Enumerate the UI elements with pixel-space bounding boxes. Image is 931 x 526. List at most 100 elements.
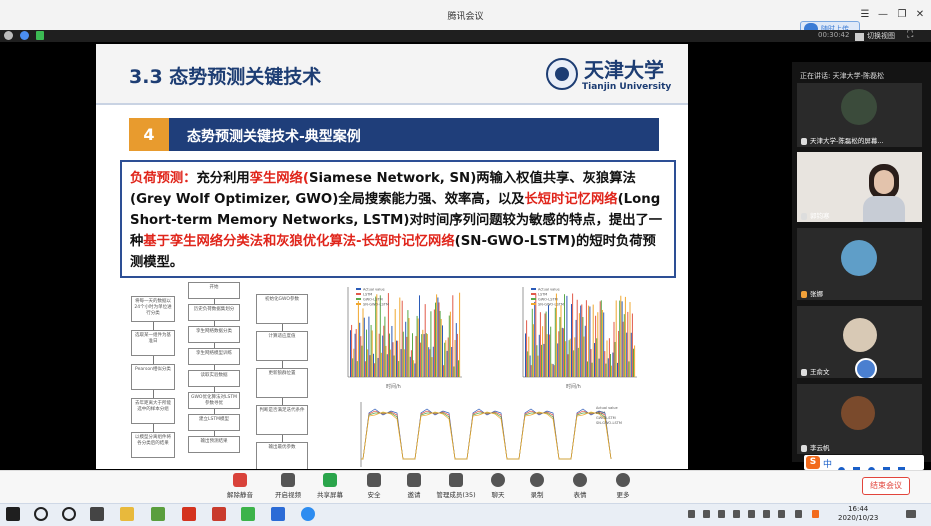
- bar: [551, 363, 553, 377]
- person-body: [863, 196, 905, 222]
- bar: [568, 340, 570, 377]
- clock[interactable]: 16:44 2020/10/23: [838, 505, 878, 523]
- signal-icon[interactable]: [36, 31, 44, 40]
- windows-taskbar: [0, 503, 931, 526]
- bar: [451, 346, 453, 377]
- flow-arrow: [282, 398, 283, 405]
- bar: [599, 301, 601, 377]
- minimize-icon[interactable]: —: [876, 8, 890, 22]
- participant-tile[interactable]: 李云帆: [797, 384, 922, 454]
- file-explorer-icon[interactable]: [120, 507, 134, 521]
- pin-icon[interactable]: ☰: [858, 8, 872, 22]
- bar: [626, 332, 628, 377]
- tray-icon[interactable]: [748, 510, 755, 518]
- toolbar-share-screen-button[interactable]: 共享屏幕: [310, 473, 350, 499]
- bar: [415, 336, 417, 377]
- participant-tile[interactable]: 王俞文: [797, 306, 922, 378]
- paragraph-segment: 基于孪生网络分类法和灰狼优化算法-长短时记忆网络: [143, 234, 455, 249]
- fullscreen-icon[interactable]: ⛶: [907, 30, 913, 40]
- flowchart-step: 更新狼群位置: [256, 368, 308, 398]
- volume-icon[interactable]: [763, 510, 770, 518]
- bar: [391, 325, 393, 377]
- bar: [573, 350, 575, 377]
- ime-tools[interactable]: [838, 459, 918, 493]
- camera-off-icon: [281, 473, 295, 487]
- bar: [576, 299, 578, 377]
- speaking-indicator: 正在讲话: 天津大学-陈磊松: [800, 72, 885, 80]
- tray-arrow-icon[interactable]: [688, 510, 695, 518]
- end-meeting-button[interactable]: 结束会议: [862, 477, 910, 495]
- switch-view-button[interactable]: 切换视图: [867, 31, 895, 41]
- mic-icon: [801, 368, 807, 376]
- participant-tile-video[interactable]: 郭钧寒: [797, 152, 922, 222]
- bar: [606, 340, 608, 377]
- flowchart-step: 输出预测结果: [188, 436, 240, 453]
- windows-start-icon[interactable]: [6, 507, 20, 521]
- tray-icon[interactable]: [703, 510, 710, 518]
- bar: [608, 338, 610, 377]
- sogou-ime-icon[interactable]: S: [806, 456, 820, 469]
- participant-tile[interactable]: 张娜: [797, 228, 922, 300]
- ime-icon[interactable]: [795, 510, 802, 518]
- security-icon[interactable]: [20, 31, 29, 40]
- legend-label: LSTM: [538, 293, 547, 297]
- flow-arrow: [153, 356, 154, 364]
- bar: [569, 338, 571, 377]
- bar: [629, 302, 631, 377]
- toolbar-invite-button[interactable]: 邀请: [394, 473, 434, 499]
- cortana-icon[interactable]: [62, 507, 76, 521]
- bar: [397, 340, 399, 377]
- toolbar-members-button[interactable]: 管理成员(35): [436, 473, 476, 499]
- browser-icon[interactable]: [151, 507, 165, 521]
- toolbar-shield-button[interactable]: 安全: [354, 473, 394, 499]
- bar: [591, 362, 593, 377]
- bar: [561, 327, 563, 377]
- app-blue-icon[interactable]: [271, 507, 285, 521]
- mic-muted-icon: [801, 290, 807, 298]
- speaking-icon: [855, 358, 877, 378]
- bar: [383, 325, 385, 377]
- ime-language[interactable]: 中: [823, 457, 832, 470]
- wechat-icon[interactable]: [241, 507, 255, 521]
- flow-arrow: [282, 361, 283, 368]
- app-red-icon[interactable]: [212, 507, 226, 521]
- close-icon[interactable]: ✕: [913, 8, 927, 22]
- bar: [590, 349, 592, 377]
- task-view-icon[interactable]: [90, 507, 104, 521]
- slide-heading: 3.3 态势预测关键技术: [129, 66, 322, 88]
- toolbar-record-button[interactable]: 录制: [517, 473, 557, 499]
- bar: [545, 311, 547, 377]
- participant-name: 李云帆: [810, 444, 830, 452]
- toolbar-camera-off-button[interactable]: 开启视频: [268, 473, 308, 499]
- bar: [575, 319, 577, 377]
- info-icon[interactable]: [4, 31, 13, 40]
- maximize-icon[interactable]: ❐: [895, 8, 909, 22]
- toolbar-mic-muted-button[interactable]: 解除静音: [220, 473, 260, 499]
- participant-name: 天津大学-陈磊松的屏幕...: [810, 137, 884, 145]
- tencent-meeting-icon[interactable]: [301, 507, 315, 521]
- sogou-tray-icon[interactable]: [812, 510, 819, 518]
- legend-label: GWO-LSTM: [538, 298, 558, 302]
- toolbar-more-button[interactable]: 更多: [603, 473, 643, 499]
- legend-label: Actual value: [363, 288, 385, 292]
- toolbar-emoji-button[interactable]: 表情: [560, 473, 600, 499]
- notification-icon[interactable]: [906, 510, 916, 518]
- toolbar-chat-button[interactable]: 聊天: [478, 473, 518, 499]
- bar: [624, 296, 626, 377]
- pdf-icon[interactable]: [182, 507, 196, 521]
- toolbar-label: 表情: [573, 491, 587, 499]
- bar: [400, 349, 402, 377]
- bar: [428, 347, 430, 377]
- search-icon[interactable]: [34, 507, 48, 521]
- university-emblem-icon: [546, 58, 578, 90]
- network-icon[interactable]: [778, 510, 785, 518]
- bar: [614, 341, 616, 377]
- tray-icon[interactable]: [733, 510, 740, 518]
- participant-tile[interactable]: 天津大学-陈磊松的屏幕...: [797, 83, 922, 147]
- tray-icon[interactable]: [718, 510, 725, 518]
- grid-view-icon[interactable]: [855, 33, 864, 41]
- bar: [619, 300, 621, 377]
- mic-muted-icon: [233, 473, 247, 487]
- bar: [398, 361, 400, 377]
- bar: [385, 345, 387, 377]
